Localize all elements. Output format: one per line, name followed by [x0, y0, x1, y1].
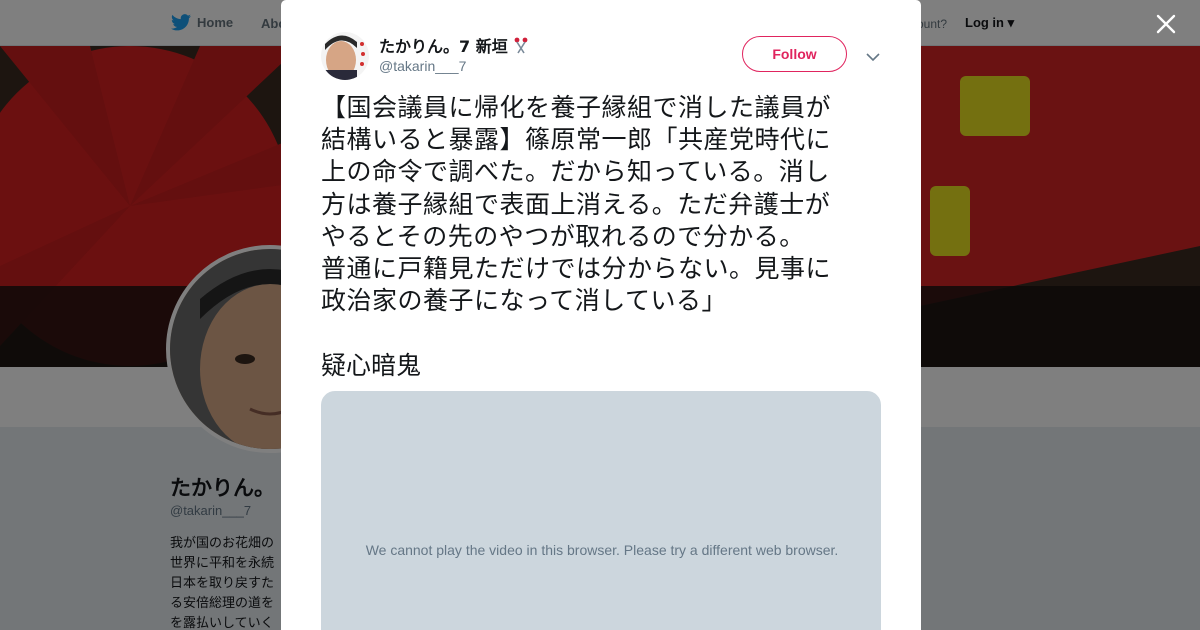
- follow-button[interactable]: Follow: [742, 36, 847, 72]
- tweet-modal: たかりん。7 新垣 @takarin___7 Follow 【国会議員に帰化を養…: [281, 0, 921, 630]
- tweet-author-name-text: たかりん。7 新垣: [379, 37, 508, 56]
- tweet-tail-text: 疑心暗鬼: [321, 351, 422, 380]
- tweet-author-name[interactable]: たかりん。7 新垣: [379, 33, 530, 57]
- tweet-author-avatar[interactable]: [321, 32, 369, 80]
- tweet-body: 【国会議員に帰化を養子縁組で消した議員が 結構いると暴露】篠原常一郎「共産党時代…: [321, 92, 886, 317]
- tweet-text-line: 結構いると暴露】篠原常一郎「共産党時代に: [321, 125, 832, 155]
- chevron-down-icon[interactable]: [865, 48, 881, 62]
- tweet-text-line: 方は養子縁組で表面上消える。ただ弁護士が: [321, 189, 831, 219]
- close-icon[interactable]: [1154, 12, 1178, 36]
- tweet-text-line: 【国会議員に帰化を養子縁組で消した議員が: [321, 93, 832, 122]
- scissors-emoji-icon: [514, 37, 528, 54]
- tweet-text-line: 普通に戸籍見ただけでは分からない。見事に: [321, 254, 832, 284]
- tweet-author-handle[interactable]: @takarin___7: [379, 58, 466, 74]
- tweet-text-line: やるとその先のやつが取れるので分かる。: [321, 221, 805, 251]
- video-player[interactable]: We cannot play the video in this browser…: [321, 391, 881, 630]
- tweet-text-line: 政治家の養子になって消している」: [321, 286, 728, 316]
- video-unsupported-message: We cannot play the video in this browser…: [365, 542, 839, 558]
- tweet-text-line: 上の命令で調べた。だから知っている。消し: [321, 157, 830, 187]
